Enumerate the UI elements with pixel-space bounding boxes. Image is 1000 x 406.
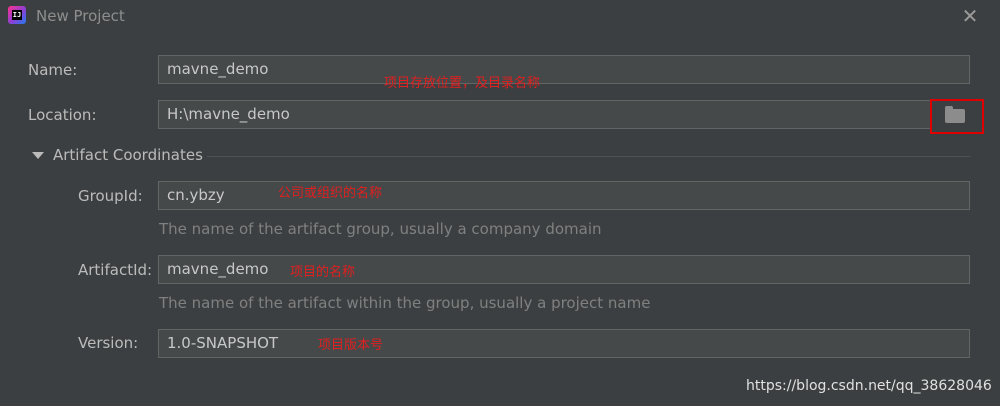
version-annotation: 项目版本号 [318,338,384,353]
artifactid-label: ArtifactId: [78,261,153,279]
close-icon[interactable]: ✕ [960,6,980,26]
app-icon-text: IJ [12,10,22,20]
watermark-url: https://blog.csdn.net/qq_38628046 [746,378,992,394]
version-input[interactable]: 1.0-SNAPSHOT [158,329,970,358]
artifactid-annotation: 项目的名称 [290,265,356,280]
collapse-triangle-icon [32,152,44,159]
location-label: Location: [28,106,97,124]
section-divider [207,156,970,157]
folder-icon [945,106,965,123]
name-annotation: 项目存放位置，及目录名称 [384,76,541,91]
name-input[interactable]: mavne_demo [158,55,970,84]
window-title: New Project [36,7,125,25]
intellij-app-icon: IJ [8,6,26,24]
groupid-annotation: 公司或组织的名称 [278,186,383,201]
browse-folder-button[interactable] [930,99,984,134]
name-label: Name: [28,61,78,79]
groupid-label: GroupId: [78,187,143,205]
location-input[interactable]: H:\mavne_demo [158,100,931,129]
title-bar: IJ New Project ✕ [0,0,1000,32]
artifactid-hint: The name of the artifact within the grou… [159,294,651,312]
groupid-hint: The name of the artifact group, usually … [159,220,602,238]
artifactid-input[interactable]: mavne_demo [158,255,970,284]
artifact-coordinates-title: Artifact Coordinates [53,146,203,164]
version-label: Version: [78,334,139,352]
